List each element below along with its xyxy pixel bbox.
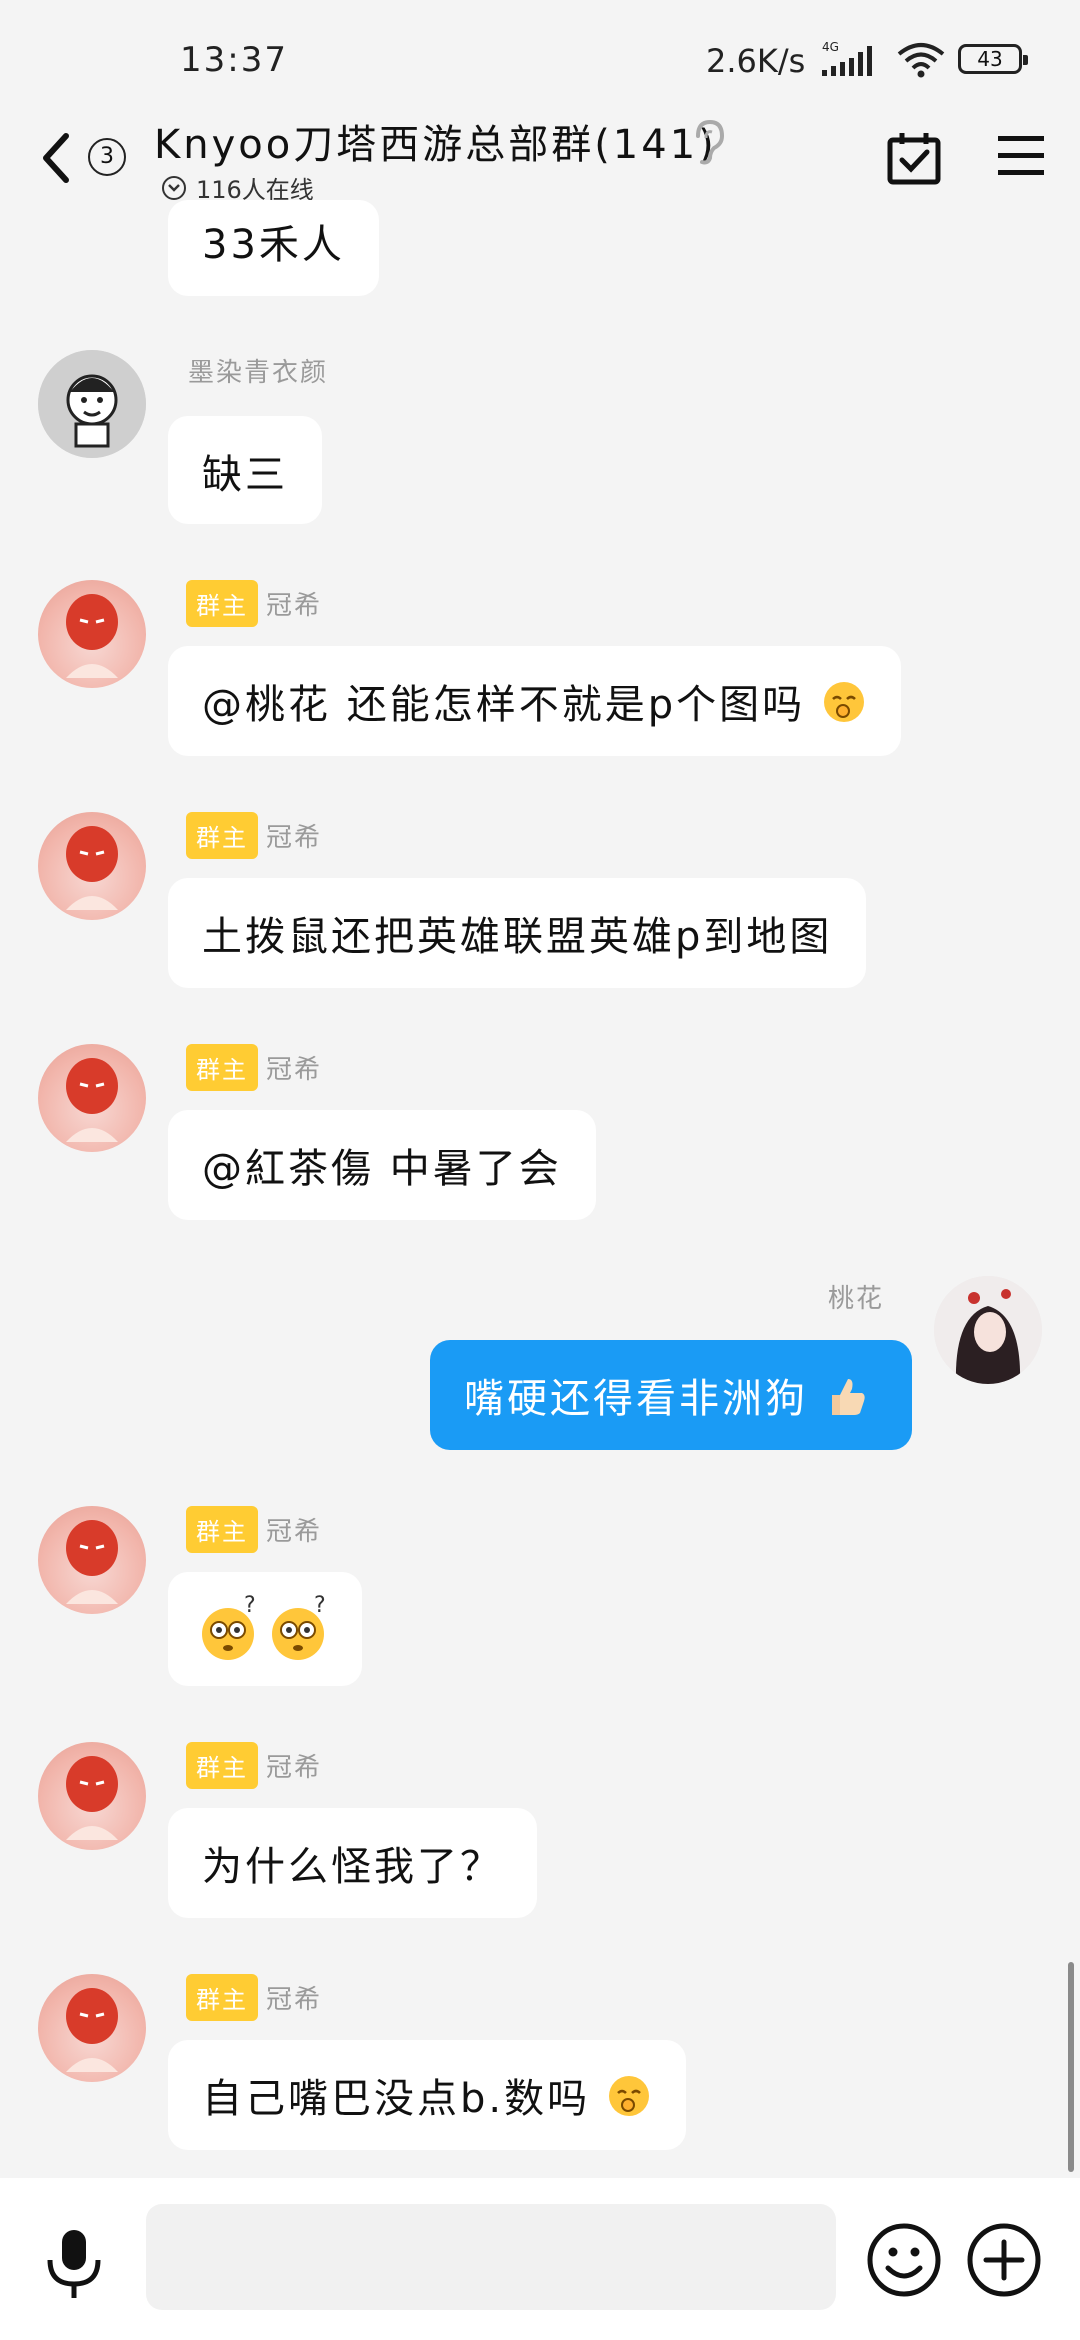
message-text: @紅茶傷 中暑了会 bbox=[202, 1146, 562, 1192]
message-bubble[interactable]: @紅茶傷 中暑了会 bbox=[168, 1110, 596, 1220]
message-text: @桃花 还能怎样不就是p个图吗 bbox=[202, 682, 806, 728]
sender-name: 桃花 bbox=[828, 1284, 885, 1314]
svg-text:?: ? bbox=[244, 1594, 259, 1618]
message-text: 为什么怪我了？ bbox=[202, 1844, 503, 1890]
message-bubble[interactable]: 嘴硬还得看非洲狗 bbox=[430, 1340, 912, 1450]
add-icon[interactable] bbox=[966, 2222, 1042, 2302]
microphone-icon[interactable] bbox=[42, 2226, 106, 2306]
group-owner-badge: 群主 bbox=[186, 1044, 258, 1091]
message-text: 土拨鼠还把英雄联盟英雄p到地图 bbox=[202, 914, 833, 960]
emoji-icon[interactable] bbox=[866, 2222, 942, 2302]
calendar-check-icon[interactable] bbox=[886, 130, 942, 190]
shy-smile-emoji bbox=[821, 679, 867, 735]
sender-line: 群主 冠希 bbox=[186, 1044, 322, 1091]
message-bubble[interactable]: ? ? bbox=[168, 1572, 362, 1686]
sender-name: 冠希 bbox=[266, 823, 323, 853]
group-owner-badge: 群主 bbox=[186, 1506, 258, 1553]
avatar[interactable] bbox=[38, 350, 146, 458]
message-bubble[interactable]: 缺三 bbox=[168, 416, 322, 524]
chat-header: 3 Knyoo刀塔西游总部群(141) 116人在线 bbox=[0, 100, 1080, 220]
status-time: 13:37 bbox=[180, 40, 288, 80]
avatar[interactable] bbox=[934, 1276, 1042, 1384]
message-bubble[interactable]: 自己嘴巴没点b.数吗 bbox=[168, 2040, 686, 2150]
avatar[interactable] bbox=[38, 1742, 146, 1850]
confused-emoji: ? ? bbox=[198, 1593, 334, 1674]
shy-smile-emoji bbox=[606, 2073, 652, 2129]
group-owner-badge: 群主 bbox=[186, 580, 258, 627]
sender-name: 冠希 bbox=[266, 1753, 323, 1783]
avatar[interactable] bbox=[38, 580, 146, 688]
message-bubble[interactable]: 土拨鼠还把英雄联盟英雄p到地图 bbox=[168, 878, 867, 988]
sender-name: 冠希 bbox=[266, 1517, 323, 1547]
message-text: 缺三 bbox=[202, 452, 288, 498]
message-text: 33禾人 bbox=[202, 222, 345, 268]
signal-icon: 4G bbox=[818, 40, 890, 84]
sender-line: 桃花 bbox=[828, 1278, 884, 1315]
sender-line: 群主 冠希 bbox=[186, 812, 322, 859]
sender-name: 冠希 bbox=[266, 591, 323, 621]
group-owner-badge: 群主 bbox=[186, 1974, 258, 2021]
message-bubble[interactable]: 33禾人 bbox=[168, 200, 379, 296]
input-bar bbox=[0, 2178, 1080, 2340]
sender-name: 冠希 bbox=[266, 1985, 323, 2015]
avatar[interactable] bbox=[38, 1974, 146, 2082]
message-bubble[interactable]: @桃花 还能怎样不就是p个图吗 bbox=[168, 646, 901, 756]
avatar[interactable] bbox=[38, 1044, 146, 1152]
chevron-down-icon bbox=[162, 175, 186, 200]
message-input[interactable] bbox=[146, 2204, 836, 2310]
chat-title[interactable]: Knyoo刀塔西游总部群(141) bbox=[154, 112, 717, 170]
network-speed: 2.6K/s bbox=[706, 42, 806, 80]
message-text: 自己嘴巴没点b.数吗 bbox=[202, 2076, 591, 2122]
sender-name: 墨染青衣颜 bbox=[188, 358, 329, 388]
avatar[interactable] bbox=[38, 812, 146, 920]
sender-line: 墨染青衣颜 bbox=[188, 352, 328, 389]
thumbs-up-emoji bbox=[824, 1373, 870, 1429]
avatar[interactable] bbox=[38, 1506, 146, 1614]
message-bubble[interactable]: 为什么怪我了？ bbox=[168, 1808, 537, 1918]
battery-icon: 43 bbox=[958, 44, 1028, 74]
menu-icon[interactable] bbox=[996, 134, 1046, 182]
sender-line: 群主 冠希 bbox=[186, 1742, 322, 1789]
sender-name: 冠希 bbox=[266, 1055, 323, 1085]
group-owner-badge: 群主 bbox=[186, 1742, 258, 1789]
sender-line: 群主 冠希 bbox=[186, 1974, 322, 2021]
ear-icon[interactable] bbox=[690, 118, 726, 170]
group-owner-badge: 群主 bbox=[186, 812, 258, 859]
sender-line: 群主 冠希 bbox=[186, 1506, 322, 1553]
svg-text:?: ? bbox=[314, 1594, 329, 1618]
wifi-icon bbox=[896, 42, 946, 82]
sender-line: 群主 冠希 bbox=[186, 580, 322, 627]
network-type: 4G bbox=[822, 40, 839, 54]
scrollbar[interactable] bbox=[1068, 1962, 1074, 2172]
message-text: 嘴硬还得看非洲狗 bbox=[464, 1376, 808, 1422]
